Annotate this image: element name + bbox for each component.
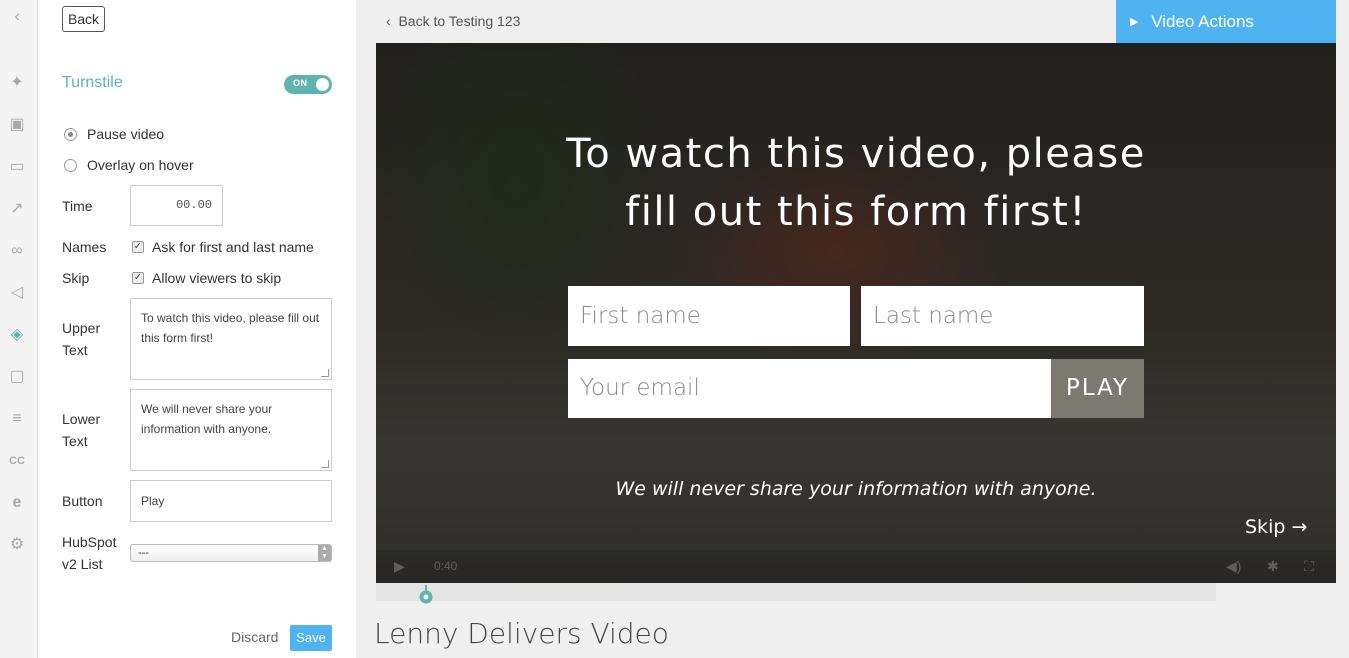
turnstile-upper-text: To watch this video, please fill out thi…: [376, 125, 1336, 241]
names-label: Names: [62, 239, 107, 255]
names-checkbox-label: Ask for first and last name: [152, 239, 314, 255]
main-area: ‹ Back to Testing 123 ▶ Video Actions To…: [356, 0, 1349, 658]
icon-rail: ‹ ✦ ▣ ▭ ↗ ∞ ◁ ◈ ▢ ≡ CC e ⚙: [0, 0, 38, 658]
turnstile-lower-text: We will never share your information wit…: [615, 478, 1097, 500]
back-to-project-link[interactable]: ‹ Back to Testing 123: [386, 13, 520, 29]
closed-caption-icon[interactable]: CC: [7, 451, 27, 471]
link-icon[interactable]: ∞: [7, 241, 27, 261]
upper-text-textarea[interactable]: To watch this video, please fill out thi…: [130, 298, 332, 380]
first-name-input[interactable]: First name: [568, 286, 850, 346]
radio-button[interactable]: [64, 158, 77, 172]
toggle-label: ON: [293, 78, 308, 88]
time-label: Time: [62, 198, 93, 214]
hubspot-label-line1: HubSpot: [62, 534, 117, 550]
hubspot-select-value: ---: [138, 547, 149, 559]
player-control-bar: ▶ 0:40 ◀) ✱ ⛶: [376, 550, 1336, 583]
skip-checkbox[interactable]: ✓: [132, 272, 144, 284]
upper-text-line2: fill out this form first!: [625, 189, 1087, 235]
hubspot-list-select[interactable]: --- ▲ ▼: [130, 544, 332, 562]
settings-icon[interactable]: ✱: [1267, 558, 1279, 575]
names-checkbox-row[interactable]: ✓ Ask for first and last name: [132, 239, 314, 255]
turnstile-timeline[interactable]: [376, 583, 1216, 601]
skip-link[interactable]: Skip →: [1245, 516, 1307, 538]
turnstile-toggle[interactable]: ON: [284, 75, 332, 94]
list-icon[interactable]: ≡: [7, 409, 27, 429]
upper-text-label: Upper Text: [62, 317, 100, 361]
upper-text-label-line2: Text: [62, 342, 88, 358]
play-button[interactable]: PLAY: [1051, 359, 1144, 418]
ticket-icon[interactable]: ◈: [7, 325, 27, 345]
toggle-knob: [316, 78, 329, 91]
resize-grip-icon[interactable]: [321, 369, 329, 377]
skip-checkbox-row[interactable]: ✓ Allow viewers to skip: [132, 270, 281, 286]
radio-label: Overlay on hover: [87, 157, 194, 173]
radio-overlay-on-hover[interactable]: Overlay on hover: [64, 157, 194, 173]
image-icon[interactable]: ▣: [7, 115, 27, 135]
video-actions-button[interactable]: ▶ Video Actions: [1116, 0, 1336, 43]
megaphone-icon[interactable]: ◁: [7, 283, 27, 303]
button-text-input[interactable]: Play: [130, 480, 332, 522]
time-input[interactable]: 00.00: [130, 185, 223, 226]
video-player[interactable]: To watch this video, please fill out thi…: [376, 43, 1336, 583]
caret-right-icon: ▶: [1130, 16, 1139, 28]
fullscreen-icon[interactable]: ⛶: [1304, 558, 1314, 575]
turnstile-settings-panel: Back Turnstile ON Pause video Overlay on…: [38, 0, 356, 658]
video-title: Lenny Delivers Video: [374, 617, 669, 650]
save-button[interactable]: Save: [290, 625, 332, 651]
resize-grip-icon[interactable]: [321, 460, 329, 468]
turnstile-heading: Turnstile: [62, 74, 123, 91]
video-overlay-shade: [376, 43, 1336, 583]
radio-button[interactable]: [64, 127, 77, 141]
discard-button[interactable]: Discard: [231, 629, 278, 645]
lower-text-textarea[interactable]: We will never share your information wit…: [130, 389, 332, 471]
e-logo-icon[interactable]: e: [7, 493, 27, 513]
hubspot-label: HubSpot v2 List: [62, 531, 116, 575]
upper-text-value: To watch this video, please fill out thi…: [141, 311, 320, 345]
monitor-icon[interactable]: ▭: [7, 157, 27, 177]
share-icon[interactable]: ↗: [7, 199, 27, 219]
skip-checkbox-label: Allow viewers to skip: [152, 270, 282, 286]
magic-wand-icon[interactable]: ✦: [7, 73, 27, 93]
radio-label: Pause video: [87, 126, 165, 142]
lower-text-label-line1: Lower: [62, 411, 101, 427]
video-actions-label: Video Actions: [1151, 12, 1254, 31]
lower-text-label-line2: Text: [62, 433, 88, 449]
lower-text-label: Lower Text: [62, 408, 100, 452]
upper-text-label-line1: Upper: [62, 320, 101, 336]
upper-text-line1: To watch this video, please: [566, 131, 1146, 177]
hubspot-label-line2: v2 List: [62, 556, 103, 572]
turnstile-position-marker-icon[interactable]: [418, 585, 434, 605]
play-icon[interactable]: ▶: [394, 558, 405, 575]
back-button[interactable]: Back: [62, 6, 105, 32]
names-checkbox[interactable]: ✓: [132, 241, 144, 253]
back-link-label: Back to Testing 123: [398, 13, 521, 29]
chevron-left-icon[interactable]: ‹: [7, 7, 27, 27]
last-name-input[interactable]: Last name: [861, 286, 1144, 346]
chevron-left-icon: ‹: [386, 13, 395, 29]
email-input[interactable]: Your email: [568, 359, 1051, 418]
lock-icon[interactable]: ▢: [7, 367, 27, 387]
hubspot-icon[interactable]: ⚙: [7, 535, 27, 555]
radio-pause-video[interactable]: Pause video: [64, 126, 164, 142]
time-display: 0:40: [434, 559, 458, 573]
button-label: Button: [62, 493, 103, 509]
select-arrows-icon: ▲ ▼: [318, 545, 331, 561]
lower-text-value: We will never share your information wit…: [141, 402, 273, 436]
volume-icon[interactable]: ◀): [1226, 558, 1241, 575]
skip-label: Skip: [62, 270, 90, 286]
